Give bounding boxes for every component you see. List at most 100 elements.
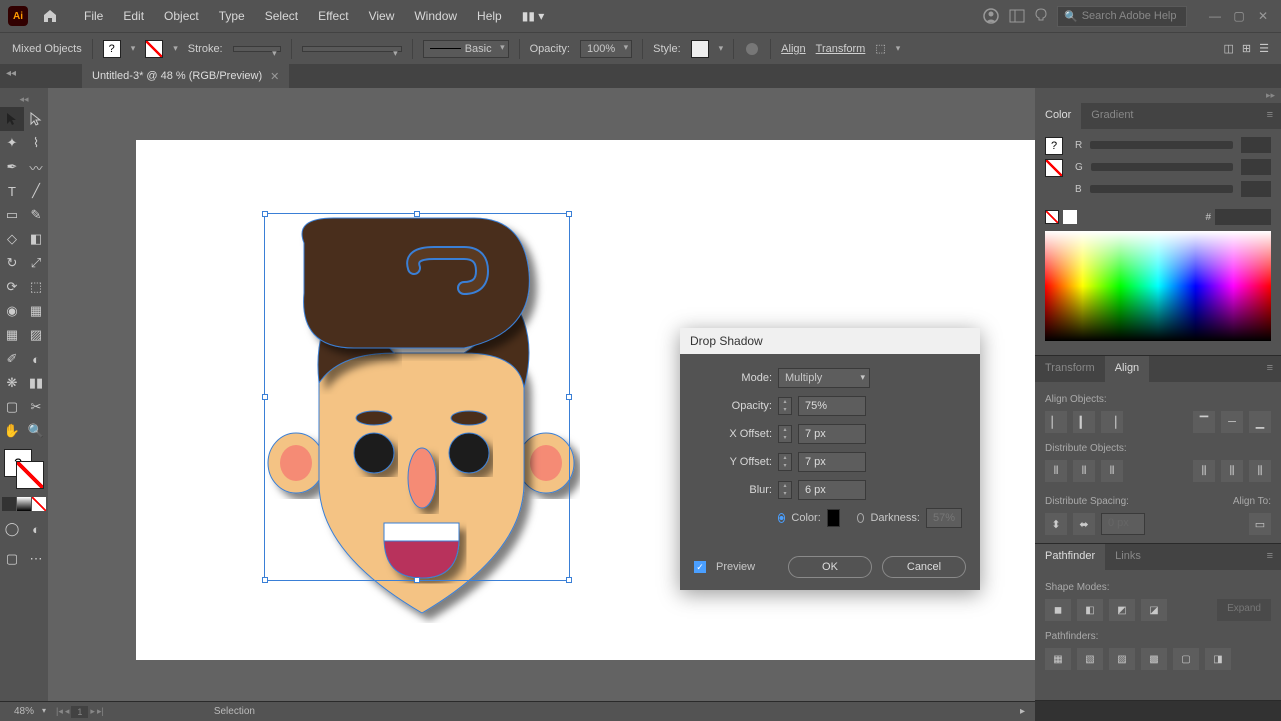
direct-selection-tool[interactable] <box>24 107 48 131</box>
tab-align[interactable]: Align <box>1105 356 1149 382</box>
draw-mode-normal[interactable]: ◯ <box>0 517 24 541</box>
dist-hcenter[interactable]: ⫼ <box>1221 460 1243 482</box>
pf-exclude[interactable]: ◪ <box>1141 599 1167 621</box>
stroke-swatch[interactable] <box>145 40 163 58</box>
maximize-button[interactable]: ▢ <box>1229 8 1249 24</box>
shadow-color-swatch[interactable] <box>827 509 840 527</box>
help-search[interactable]: 🔍Search Adobe Help <box>1057 6 1187 27</box>
yoffset-input[interactable]: 7 px <box>798 452 866 472</box>
mesh-tool[interactable]: ▦ <box>0 323 24 347</box>
cancel-button[interactable]: Cancel <box>882 556 966 578</box>
canvas[interactable]: Drop Shadow Mode:Multiply Opacity:▴▾75% … <box>48 88 1035 701</box>
menu-type[interactable]: Type <box>211 5 253 27</box>
align-hcenter[interactable]: ▎ <box>1073 411 1095 433</box>
mode-select[interactable]: Multiply <box>778 368 870 388</box>
dist-top[interactable]: ⫴ <box>1045 460 1067 482</box>
tab-close-icon[interactable]: ✕ <box>270 70 279 83</box>
artboard-number[interactable]: 1 <box>71 706 88 718</box>
free-transform-tool[interactable]: ⬚ <box>24 275 48 299</box>
menu-effect[interactable]: Effect <box>310 5 356 27</box>
tab-gradient[interactable]: Gradient <box>1081 103 1143 129</box>
graph-tool[interactable]: ▮▮ <box>24 371 48 395</box>
nav-prev-icon[interactable]: ◂ <box>65 706 70 717</box>
pf-outline[interactable]: ▢ <box>1173 648 1199 670</box>
pf-minus-back[interactable]: ◨ <box>1205 648 1231 670</box>
tab-links[interactable]: Links <box>1105 544 1151 570</box>
eraser-tool[interactable]: ◧ <box>24 227 48 251</box>
user-icon[interactable] <box>983 8 999 24</box>
width-tool[interactable]: ⟳ <box>0 275 24 299</box>
eyedropper-tool[interactable]: ✐ <box>0 347 24 371</box>
gradient-tool[interactable]: ▨ <box>24 323 48 347</box>
align-link[interactable]: Align <box>781 43 805 55</box>
selection-tool[interactable] <box>0 107 24 131</box>
g-slider[interactable] <box>1091 163 1233 171</box>
isolate-icon[interactable]: ⬚ <box>875 42 885 55</box>
align-top[interactable]: ▔ <box>1193 411 1215 433</box>
b-value[interactable] <box>1241 181 1271 197</box>
hint-icon[interactable] <box>1035 8 1047 24</box>
zoom-dropdown[interactable]: 48% <box>10 706 46 717</box>
screen-mode[interactable]: ▢ <box>0 547 24 571</box>
symbol-sprayer-tool[interactable]: ❋ <box>0 371 24 395</box>
align-left[interactable]: ▏ <box>1045 411 1067 433</box>
panel-menu-icon[interactable]: ☰ <box>1259 42 1269 55</box>
xoffset-stepper[interactable]: ▴▾ <box>778 425 792 443</box>
menu-edit[interactable]: Edit <box>115 5 152 27</box>
draw-mode-behind[interactable]: ◐ <box>24 517 48 541</box>
color-spectrum[interactable] <box>1045 231 1271 341</box>
edit-clip-icon[interactable]: ◫ <box>1224 42 1234 55</box>
style-swatch[interactable] <box>691 40 709 58</box>
nav-first-icon[interactable]: |◂ <box>56 706 63 717</box>
perspective-tool[interactable]: ▦ <box>24 299 48 323</box>
menu-select[interactable]: Select <box>257 5 306 27</box>
var-width-dropdown[interactable] <box>302 46 402 52</box>
preview-checkbox[interactable]: ✓ <box>694 561 706 573</box>
hex-input[interactable] <box>1215 209 1271 225</box>
document-tab[interactable]: Untitled-3* @ 48 % (RGB/Preview) ✕ <box>82 64 289 88</box>
align-to-selection[interactable]: ▭ <box>1249 513 1271 535</box>
tab-transform[interactable]: Transform <box>1035 356 1105 382</box>
toolbox-collapse-icon[interactable]: ◂◂ <box>0 92 48 107</box>
rotate-tool[interactable]: ↻ <box>0 251 24 275</box>
line-tool[interactable]: ╱ <box>24 179 48 203</box>
dist-space-v[interactable]: ⬍ <box>1045 513 1067 535</box>
nav-next-icon[interactable]: ▸ <box>90 706 95 717</box>
dock-collapse-icon[interactable]: ▸▸ <box>1035 88 1281 103</box>
edit-contents-icon[interactable]: ⊞ <box>1242 42 1251 55</box>
align-bottom[interactable]: ▁ <box>1249 411 1271 433</box>
slice-tool[interactable]: ✂ <box>24 395 48 419</box>
workspace-switcher[interactable]: ▮▮ ▾ <box>514 5 553 27</box>
zoom-tool[interactable]: 🔍 <box>24 419 48 443</box>
align-right[interactable]: ▕ <box>1101 411 1123 433</box>
pf-unite[interactable]: ◼ <box>1045 599 1071 621</box>
status-menu-icon[interactable]: ▸ <box>1020 706 1025 717</box>
lasso-tool[interactable]: ⌇ <box>24 131 48 155</box>
arrange-icon[interactable] <box>1009 9 1025 23</box>
pf-divide[interactable]: ▦ <box>1045 648 1071 670</box>
align-panel-menu-icon[interactable]: ≡ <box>1259 356 1281 382</box>
fill-swatch[interactable]: ? <box>103 40 121 58</box>
stroke-weight-dropdown[interactable] <box>233 46 281 52</box>
opacity-stepper[interactable]: ▴▾ <box>778 397 792 415</box>
magic-wand-tool[interactable]: ✦ <box>0 131 24 155</box>
white-swatch[interactable] <box>1063 210 1077 224</box>
close-button[interactable]: ✕ <box>1253 8 1273 24</box>
menu-window[interactable]: Window <box>406 5 465 27</box>
pathfinder-panel-menu-icon[interactable]: ≡ <box>1259 544 1281 570</box>
g-value[interactable] <box>1241 159 1271 175</box>
pf-intersect[interactable]: ◩ <box>1109 599 1135 621</box>
tab-pathfinder[interactable]: Pathfinder <box>1035 544 1105 570</box>
blur-stepper[interactable]: ▴▾ <box>778 481 792 499</box>
color-mode-switcher[interactable] <box>2 497 46 511</box>
opacity-dropdown[interactable]: 100% <box>580 40 632 58</box>
fill-dropdown[interactable]: ▾ <box>131 43 136 54</box>
blend-tool[interactable]: ◐ <box>24 347 48 371</box>
dist-space-h[interactable]: ⬌ <box>1073 513 1095 535</box>
r-value[interactable] <box>1241 137 1271 153</box>
menu-view[interactable]: View <box>361 5 403 27</box>
menu-help[interactable]: Help <box>469 5 510 27</box>
color-radio[interactable] <box>778 513 785 523</box>
dist-right[interactable]: ⫼ <box>1249 460 1271 482</box>
minimize-button[interactable]: — <box>1205 8 1225 24</box>
